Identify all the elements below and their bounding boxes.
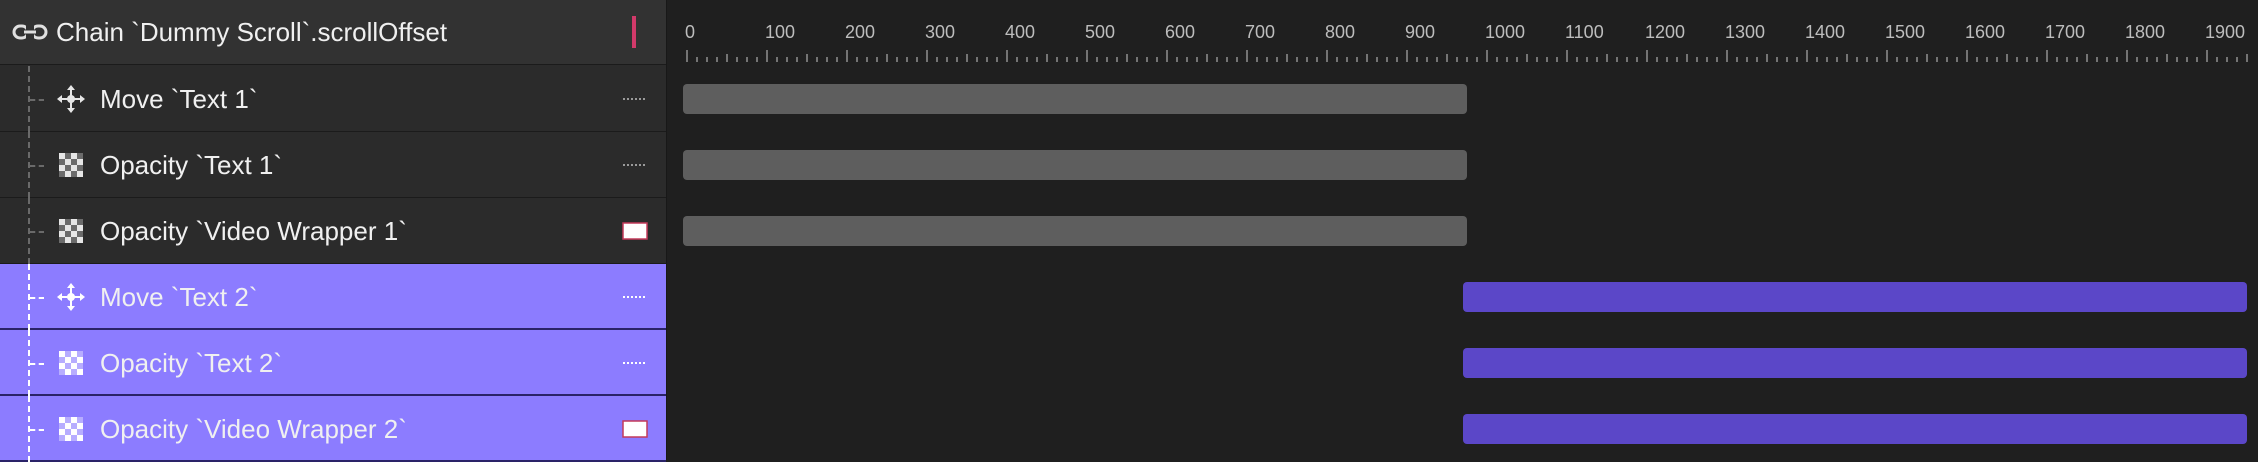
move-arrows-icon	[57, 85, 85, 113]
tree-branch	[30, 165, 44, 167]
ruler-tick-label: 1100	[1565, 22, 1604, 42]
keyframe-bar[interactable]	[683, 150, 1467, 180]
track-label: Move `Text 2`	[100, 282, 258, 312]
keyframe-bar[interactable]	[683, 84, 1467, 114]
ruler-tick-label: 100	[765, 22, 796, 42]
ruler-tick-label: 600	[1165, 22, 1196, 42]
track-list-panel: Chain `Dummy Scroll`.scrollOffset Move `…	[0, 0, 667, 462]
keyframe-bar[interactable]	[683, 216, 1467, 246]
move-arrows-icon	[57, 283, 85, 311]
tree-branch	[30, 231, 44, 233]
ruler-tick-label: 1900	[2205, 22, 2246, 42]
track-row[interactable]: Opacity `Video Wrapper 1`	[0, 198, 666, 264]
dotted-line-icon[interactable]	[622, 154, 648, 176]
ruler-tick-label: 500	[1085, 22, 1116, 42]
chain-header-row[interactable]: Chain `Dummy Scroll`.scrollOffset	[0, 0, 666, 65]
ruler-tick-label: 900	[1405, 22, 1436, 42]
timeline-editor: Chain `Dummy Scroll`.scrollOffset Move `…	[0, 0, 2258, 462]
ruler-tick-label: 1600	[1965, 22, 2006, 42]
ruler-tick-label: 1300	[1725, 22, 1766, 42]
ruler-tick-label: 0	[685, 22, 696, 42]
dotted-line-icon[interactable]	[622, 286, 648, 308]
tree-branch	[30, 363, 44, 365]
keyframe-bar[interactable]	[1463, 282, 2247, 312]
keyframe-bar[interactable]	[1463, 414, 2247, 444]
tree-branch	[30, 297, 44, 299]
ruler-tick-label: 1800	[2125, 22, 2166, 42]
playhead-indicator	[632, 16, 636, 48]
track-row[interactable]: Opacity `Text 1`	[0, 132, 666, 198]
dotted-box-icon[interactable]	[622, 220, 648, 242]
track-row[interactable]: Move `Text 2`	[0, 264, 666, 330]
tree-branch	[30, 99, 44, 101]
ruler-tick-label: 700	[1245, 22, 1276, 42]
ruler-tick-label: 1400	[1805, 22, 1846, 42]
tree-branch	[30, 429, 44, 431]
chain-title: Chain `Dummy Scroll`.scrollOffset	[56, 17, 448, 47]
dotted-line-icon[interactable]	[622, 352, 648, 374]
ruler-tick-label: 1000	[1485, 22, 1526, 42]
track-label: Move `Text 1`	[100, 84, 258, 114]
ruler-tick-label: 300	[925, 22, 956, 42]
track-label: Opacity `Video Wrapper 1`	[100, 216, 407, 246]
keyframe-bar[interactable]	[1463, 348, 2247, 378]
dotted-line-icon[interactable]	[622, 88, 648, 110]
timeline-area[interactable]: 0 100 200 300 400 500 600 700 800 900 1000 1100 1200…	[667, 0, 2258, 460]
checkerboard-icon	[59, 219, 83, 243]
timeline-ruler[interactable]: 0 100 200 300 400 500 600 700 800 900 1000 1100 1200…	[667, 0, 2258, 64]
track-row[interactable]: Opacity `Text 2`	[0, 330, 666, 396]
ruler-tick-label: 200	[845, 22, 876, 42]
ruler-ticks	[686, 50, 2248, 62]
ruler-tick-label: 1500	[1885, 22, 1926, 42]
ruler-tick-label: 1200	[1645, 22, 1686, 42]
checkerboard-icon	[59, 351, 83, 375]
dotted-box-icon[interactable]	[622, 418, 648, 440]
ruler-tick-label: 800	[1325, 22, 1356, 42]
ruler-tick-label: 400	[1005, 22, 1036, 42]
chain-link-icon	[12, 23, 48, 41]
track-row[interactable]: Move `Text 1`	[0, 66, 666, 132]
track-label: Opacity `Text 2`	[100, 348, 283, 378]
track-label: Opacity `Text 1`	[100, 150, 283, 180]
track-row[interactable]: Opacity `Video Wrapper 2`	[0, 396, 666, 462]
track-label: Opacity `Video Wrapper 2`	[100, 414, 407, 444]
ruler-tick-label: 1700	[2045, 22, 2086, 42]
checkerboard-icon	[59, 417, 83, 441]
checkerboard-icon	[59, 153, 83, 177]
